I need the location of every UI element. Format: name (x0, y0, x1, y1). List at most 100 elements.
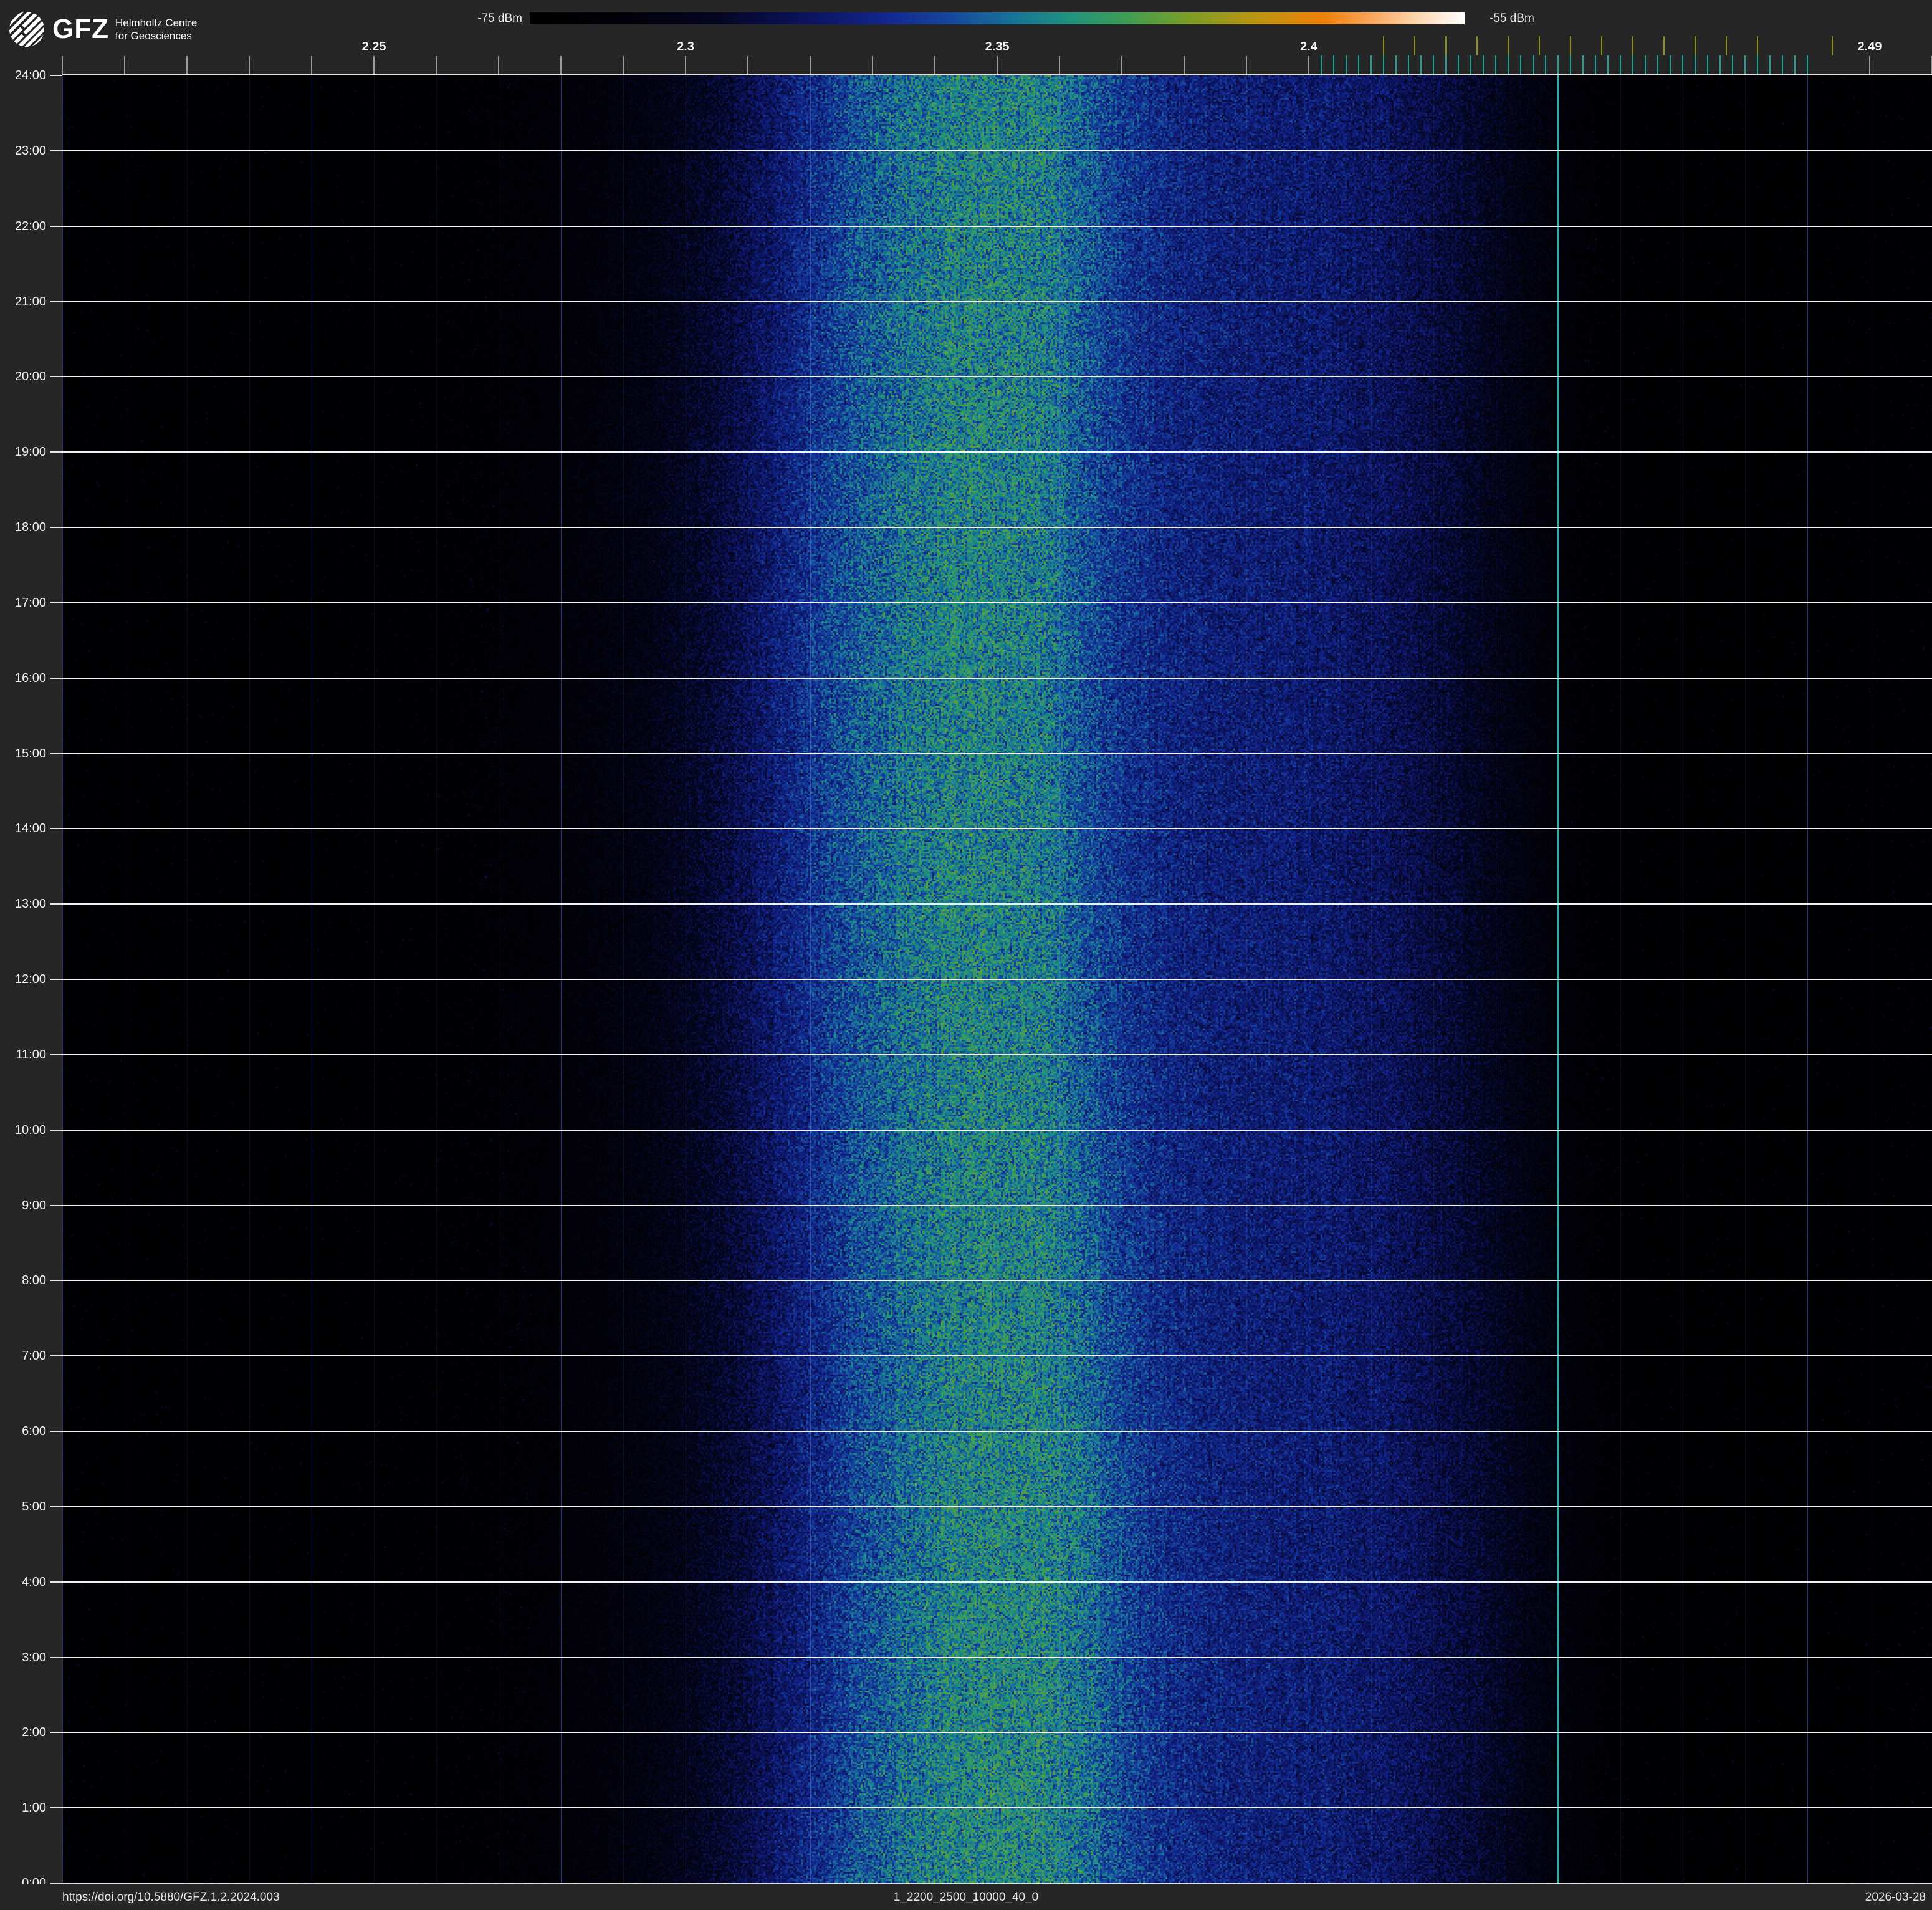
time-label: 24:00 (0, 68, 46, 83)
hour-gridline (62, 1581, 1932, 1583)
hour-gridline (62, 1732, 1932, 1733)
hour-gridline (62, 376, 1932, 377)
wifi-channel-tick (1508, 36, 1509, 55)
time-tick (50, 1355, 62, 1356)
logo-acronym: GFZ (52, 16, 109, 43)
logo-subtitle-line2: for Geosciences (115, 30, 192, 42)
freq-tick (810, 56, 811, 74)
ble-channel-tick (1719, 55, 1721, 74)
ble-channel-tick (1483, 55, 1484, 74)
ble-channel-tick (1458, 55, 1459, 74)
hour-gridline (62, 903, 1932, 905)
wifi-channel-tick (1445, 36, 1447, 55)
ble-channel-tick (1744, 55, 1746, 74)
wifi-channel-tick (1539, 36, 1540, 55)
time-tick (50, 753, 62, 754)
ble-channel-tick (1508, 55, 1509, 74)
hour-gridline (62, 753, 1932, 754)
freq-tick (311, 56, 312, 74)
ble-channel-tick (1383, 55, 1384, 74)
time-tick (50, 602, 62, 603)
time-tick (50, 1280, 62, 1281)
wifi-channel-tick (1601, 36, 1602, 55)
time-label: 15:00 (0, 746, 46, 761)
freq-axis-label: 2.25 (346, 40, 402, 54)
hour-gridline (62, 1054, 1932, 1055)
ble-channel-tick (1520, 55, 1521, 74)
plot-area (62, 75, 1932, 1883)
hour-gridline (62, 1130, 1932, 1131)
ble-channel-tick (1670, 55, 1671, 74)
hour-gridline (62, 602, 1932, 603)
time-tick (50, 1581, 62, 1583)
time-label: 1:00 (0, 1800, 46, 1815)
time-tick (50, 75, 62, 76)
time-label: 13:00 (0, 896, 46, 911)
hour-gridline (62, 1807, 1932, 1808)
wifi-channel-tick (1383, 36, 1384, 55)
time-tick (50, 451, 62, 453)
colorbar-max-label: -55 dBm (1490, 12, 1534, 24)
time-tick (50, 1732, 62, 1733)
freq-tick (1184, 56, 1185, 74)
hour-gridline (62, 1657, 1932, 1658)
hour-gridline (62, 1205, 1932, 1206)
ble-channel-tick (1358, 55, 1359, 74)
freq-axis-label: 2.35 (969, 40, 1025, 54)
freq-tick (560, 56, 562, 74)
freq-tick (872, 56, 873, 74)
ble-channel-tick (1445, 55, 1447, 74)
hour-gridline (62, 1355, 1932, 1356)
time-tick (50, 828, 62, 829)
ble-channel-tick (1346, 55, 1347, 74)
freq-tick (747, 56, 748, 74)
ble-channel-tick (1782, 55, 1783, 74)
hour-gridline (62, 979, 1932, 980)
time-label: 4:00 (0, 1575, 46, 1590)
spectrogram-page: GFZ Helmholtz Centre for Geosciences -75… (0, 0, 1932, 1910)
hour-gridline (62, 150, 1932, 151)
ble-channel-tick (1607, 55, 1609, 74)
freq-tick (997, 56, 998, 74)
wifi-channel-tick (1632, 36, 1633, 55)
time-tick (50, 979, 62, 980)
ble-channel-tick (1582, 55, 1584, 74)
time-label: 16:00 (0, 671, 46, 686)
time-tick (50, 527, 62, 528)
freq-axis-label: 2.3 (658, 40, 714, 54)
ble-channel-tick (1545, 55, 1546, 74)
time-label: 22:00 (0, 219, 46, 234)
time-tick (50, 903, 62, 905)
time-label: 10:00 (0, 1123, 46, 1138)
ble-channel-tick (1433, 55, 1434, 74)
ble-channel-tick (1557, 55, 1559, 74)
wifi-channel-tick (1832, 36, 1833, 55)
freq-tick (186, 56, 188, 74)
time-tick (50, 678, 62, 679)
freq-tick (1308, 56, 1309, 74)
freq-tick (62, 56, 63, 74)
ble-channel-tick (1807, 55, 1808, 74)
freq-tick (436, 56, 437, 74)
ble-channel-tick (1769, 55, 1771, 74)
time-label: 2:00 (0, 1725, 46, 1740)
ble-channel-tick (1695, 55, 1696, 74)
hour-gridline (62, 451, 1932, 453)
wifi-channel-tick (1663, 36, 1665, 55)
hour-gridline (62, 1280, 1932, 1281)
freq-tick (373, 56, 375, 74)
colorbar-gradient (530, 12, 1465, 24)
ble-channel-tick (1570, 55, 1571, 74)
time-tick (50, 376, 62, 377)
time-label: 12:00 (0, 972, 46, 987)
ble-channel-tick (1321, 55, 1322, 74)
logo-subtitle-line1: Helmholtz Centre (115, 17, 197, 29)
ble-channel-tick (1645, 55, 1646, 74)
ble-channel-tick (1682, 55, 1683, 74)
wifi-channel-tick (1570, 36, 1571, 55)
time-tick (50, 1657, 62, 1658)
ble-channel-tick (1408, 55, 1409, 74)
freq-tick (124, 56, 125, 74)
gfz-logo: GFZ Helmholtz Centre for Geosciences (9, 11, 197, 47)
ble-channel-tick (1620, 55, 1621, 74)
